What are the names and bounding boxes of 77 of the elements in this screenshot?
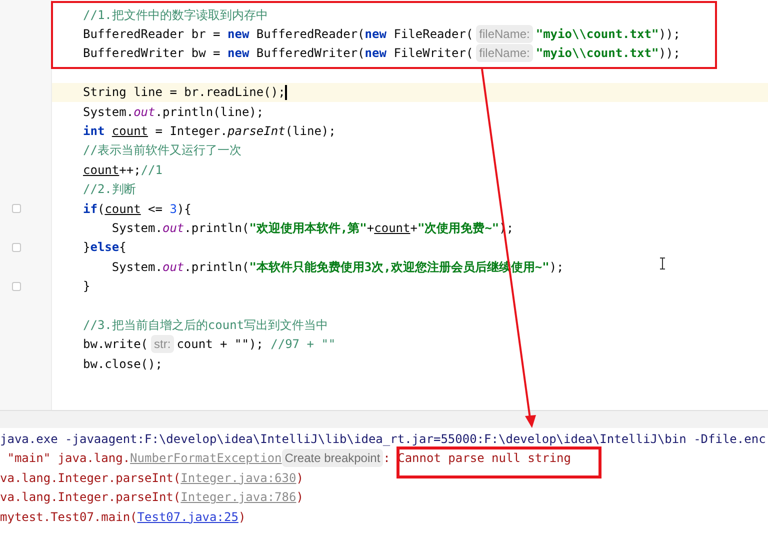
code-token: //表示当前软件又运行了一次 (83, 142, 242, 160)
code-token: "欢迎使用本软件,第" (249, 220, 367, 237)
code-token: BufferedWriter( (255, 45, 365, 62)
code-token: String line = br.readLine(); (83, 84, 286, 102)
console-text: ) (296, 470, 304, 487)
code-token: count (374, 220, 410, 237)
code-token: .println(line); (155, 104, 264, 121)
code-token: if (83, 200, 98, 218)
text-caret (285, 84, 287, 100)
console-text: ) (238, 508, 246, 526)
stack-trace-link[interactable]: Integer.java:630 (180, 468, 296, 487)
code-token: count + ""); (176, 336, 264, 354)
code-token: new (364, 26, 386, 44)
code-token: parseInt (228, 123, 286, 140)
code-token: new (228, 45, 250, 62)
code-token: System. (110, 220, 162, 237)
code-token: ){ (176, 200, 192, 218)
code-token: count (104, 200, 141, 218)
code-token: new (228, 26, 250, 44)
code-token: "myio\\count.txt" (536, 45, 659, 62)
code-token: out (162, 220, 184, 237)
parameter-hint: fileName: (476, 44, 533, 62)
console-text: java.exe -javaagent:F:\develop\idea\IntelliJ\lib\idea_rt.jar=55000:F:\develop\idea\IntelliJ\bin -Dfile.enc (0, 430, 766, 448)
code-token: + (366, 220, 374, 237)
fold-marker-icon[interactable] (12, 204, 21, 214)
code-token: } (83, 278, 90, 296)
code-token: ++; (119, 162, 141, 179)
code-token: bw.write( (83, 336, 148, 354)
console-text: "main" java.lang. (6, 450, 130, 468)
code-token: int (83, 123, 106, 140)
code-token: + (410, 220, 418, 237)
code-token: } (83, 239, 90, 256)
code-token: FileWriter( (392, 45, 474, 62)
code-token: (line); (285, 123, 336, 140)
code-token: { (119, 239, 126, 256)
fold-marker-icon[interactable] (12, 282, 21, 291)
code-token: BufferedReader br = (83, 26, 222, 44)
code-token: //1.把文件中的数字读取到内存中 (83, 6, 268, 24)
code-token: //3.把当前自增之后的count写出到文件当中 (83, 316, 328, 334)
code-token: //97 + "" (270, 336, 336, 354)
code-token: //2.判断 (83, 181, 136, 198)
console-text: ) (296, 489, 304, 506)
console-text: mytest.Test07.main( (0, 508, 138, 526)
code-token: "次使用免费~" (417, 220, 500, 237)
code-token: ( (97, 200, 105, 218)
fold-marker-icon[interactable] (12, 242, 21, 252)
code-token: .println( (184, 220, 250, 237)
code-token: else (90, 239, 120, 256)
parameter-hint: fileName: (476, 25, 533, 44)
code-token: BufferedWriter bw = (83, 45, 222, 62)
parameter-hint: str: (151, 335, 174, 354)
console-text: va.lang.Integer.parseInt( (0, 489, 181, 506)
code-token: System. (83, 104, 134, 121)
code-token: = Integer. (154, 123, 228, 140)
code-token: )); (658, 26, 680, 44)
code-token: count (112, 123, 148, 140)
code-token: out (134, 104, 156, 121)
code-token: bw.close(); (83, 356, 162, 373)
code-token: new (364, 45, 386, 62)
code-token: out (162, 258, 184, 276)
code-token: FileReader( (392, 26, 474, 44)
code-token: //1 (140, 162, 162, 179)
console-text: va.lang.Integer.parseInt( (0, 470, 181, 487)
stack-trace-link[interactable]: NumberFormatException (130, 449, 282, 468)
code-token: System. (110, 258, 162, 276)
code-token: .println( (184, 258, 250, 276)
code-token: ); (549, 258, 564, 276)
code-token: 3 (170, 200, 177, 218)
text-cursor-icon (660, 258, 666, 270)
code-token: <= (147, 200, 164, 218)
stack-trace-link[interactable]: Test07.java:25 (137, 508, 238, 526)
code-token: BufferedReader( (255, 26, 365, 44)
stack-trace-link[interactable]: Integer.java:786 (180, 488, 296, 506)
code-token: )); (658, 45, 680, 62)
code-token: count (83, 162, 120, 179)
inline-hint[interactable]: Create breakpoint (282, 449, 384, 468)
code-token: "myio\\count.txt" (536, 26, 659, 44)
